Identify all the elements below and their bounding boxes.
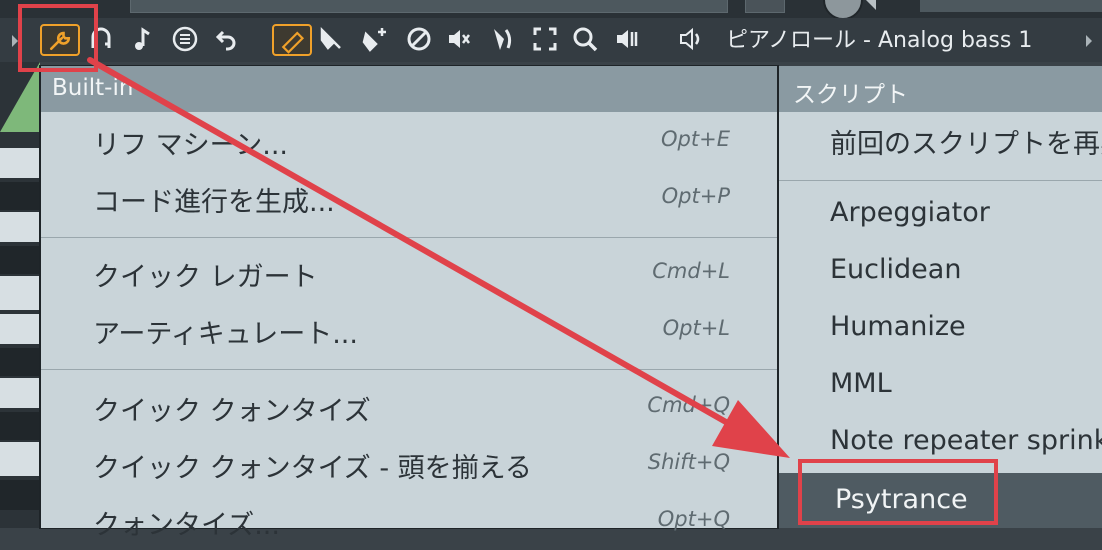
menu-item-shortcut: Opt+Q [657,507,730,531]
menu-item-chord-progression[interactable]: コード進行を生成... Opt+P [41,170,778,227]
right-panel [920,0,1102,12]
piano-key[interactable] [0,412,40,440]
knob[interactable] [823,0,863,20]
script-item-humanize[interactable]: Humanize [779,302,1102,359]
piano-key[interactable] [0,480,40,510]
builtin-menu: Built-in リフ マシーン... Opt+E コード進行を生成... Op… [40,66,778,541]
menu-item-shortcut: Opt+E [661,127,730,151]
piano-key[interactable] [0,148,40,178]
piano-key[interactable] [0,182,40,210]
menu-item-quick-quantize-starts[interactable]: クイック クォンタイズ - 頭を揃える Shift+Q [41,436,778,493]
piano-key[interactable] [0,442,40,476]
highlight-box-psytrance [798,459,998,525]
menu-item-shortcut: Opt+P [661,184,730,208]
piano-keys [0,62,40,528]
piano-key[interactable] [0,246,40,274]
piano-key[interactable] [0,212,40,242]
script-item-label: 前回のスクリプトを再実行 [830,129,1102,160]
top-strip [0,0,1102,20]
brush-icon[interactable] [362,26,388,52]
menu-item-riff-machine[interactable]: リフ マシーン... Opt+E [41,113,778,170]
menu-circle-icon[interactable] [172,26,198,52]
builtin-menu-header: Built-in [41,66,778,112]
script-item-rerun-last[interactable]: 前回のスクリプトを再実行 [779,113,1102,170]
script-item-label: Humanize [830,311,966,342]
piano-key[interactable] [0,314,40,344]
piano-key[interactable] [0,276,40,310]
slice-icon[interactable] [490,26,516,52]
menu-item-shortcut: Cmd+L [652,259,730,283]
corner-triangle-icon [866,0,876,10]
menu-item-quantize[interactable]: クォンタイズ... Opt+Q [41,493,778,550]
zoom-icon[interactable] [572,26,598,52]
channel-bar [130,0,728,13]
menu-item-label: クイック レガート [93,262,318,293]
speaker-icon[interactable] [678,26,704,52]
small-panel [745,0,785,13]
builtin-menu-title: Built-in [52,75,134,101]
piano-roll-title[interactable]: ピアノロール - Analog bass 1 [726,22,1032,54]
playback-icon[interactable] [614,26,640,52]
script-item-euclidean[interactable]: Euclidean [779,245,1102,302]
menu-item-label: クイック クォンタイズ - 頭を揃える [93,453,532,484]
script-item-mml[interactable]: MML [779,359,1102,416]
script-item-label: MML [830,368,892,399]
menu-item-label: クイック クォンタイズ [93,396,371,427]
mute-tool-icon[interactable] [406,26,432,52]
script-item-arpeggiator[interactable]: Arpeggiator [779,188,1102,245]
title-caret-icon[interactable] [1086,35,1092,47]
menu-item-shortcut: Shift+Q [647,450,730,474]
menu-item-quick-quantize[interactable]: クイック クォンタイズ Cmd+Q [41,379,778,436]
pencil-icon[interactable] [272,24,312,56]
piano-roll-toolbar: ピアノロール - Analog bass 1 [0,18,1102,62]
script-item-label: Euclidean [830,254,962,285]
velocity-shape [0,62,40,132]
piano-key[interactable] [0,348,40,376]
paint-icon[interactable] [318,26,344,52]
menu-item-label: アーティキュレート... [93,319,358,350]
script-item-label: Note repeater sprinkle [830,425,1102,456]
note-icon[interactable] [130,26,156,52]
menu-item-label: リフ マシーン... [93,130,288,161]
menu-separator [41,237,778,238]
undo-icon[interactable] [214,26,240,52]
menu-item-shortcut: Cmd+Q [647,393,730,417]
menu-separator [779,180,1102,181]
menu-item-quick-legato[interactable]: クイック レガート Cmd+L [41,245,778,302]
select-icon[interactable] [532,26,558,52]
menu-item-label: クォンタイズ... [93,510,280,541]
script-item-label: Arpeggiator [830,197,990,228]
speaker-mute-icon[interactable] [446,26,472,52]
menu-item-articulate[interactable]: アーティキュレート... Opt+L [41,302,778,359]
scripts-menu-header: スクリプト [779,66,1102,112]
menu-item-shortcut: Opt+L [662,316,730,340]
scripts-menu-title: スクリプト [793,82,908,108]
piano-key[interactable] [0,378,40,408]
menu-separator [41,369,778,370]
menu-item-label: コード進行を生成... [93,187,335,218]
highlight-box-wrench [18,4,98,72]
